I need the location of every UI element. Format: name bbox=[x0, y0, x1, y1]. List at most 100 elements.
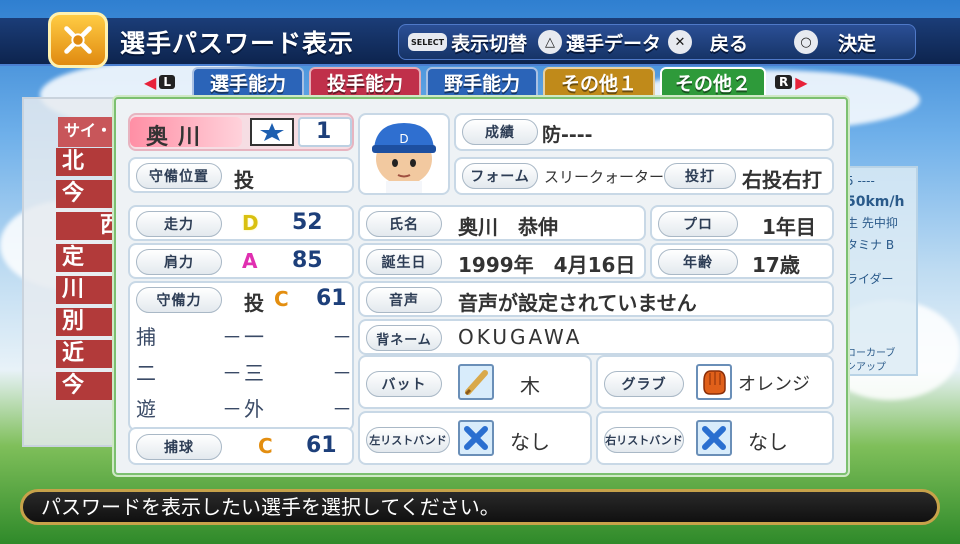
bat-value: 木 bbox=[520, 374, 540, 398]
sub-rank: － bbox=[332, 397, 352, 421]
none-x-icon bbox=[458, 420, 494, 456]
hint-label: 戻る bbox=[710, 32, 749, 55]
page-title: 選手パスワード表示 bbox=[120, 29, 355, 58]
arm-rank: A bbox=[242, 249, 258, 273]
sub-rank: － bbox=[222, 397, 242, 421]
sub-position-row: 二 － 三 － bbox=[136, 357, 352, 385]
uniform-number: 1 bbox=[316, 119, 332, 144]
hint-label: 選手データ bbox=[566, 32, 662, 55]
name-row: 氏名 奥川 恭伸 bbox=[358, 205, 646, 241]
crossed-bats-icon bbox=[48, 12, 108, 68]
left-arrow-icon: ◀ bbox=[144, 72, 157, 92]
back-name-value: OKUGAWA bbox=[458, 325, 583, 349]
right-wristband-value: なし bbox=[748, 430, 788, 454]
speed-rank: D bbox=[242, 211, 259, 235]
select-button-icon: SELECT bbox=[408, 33, 448, 51]
tab-pitcher-ability[interactable]: 投手能力 bbox=[309, 67, 421, 97]
age-row: 年齢 17歳 bbox=[650, 243, 834, 279]
arm-value: 85 bbox=[292, 248, 323, 273]
right-wristband-label: 右リストバンド bbox=[604, 427, 684, 453]
tab-prev-l[interactable]: ◀ L bbox=[144, 72, 178, 92]
record-value: 防---- bbox=[542, 124, 593, 146]
bg-text: 生 先中抑 bbox=[846, 216, 898, 230]
birthday-value: 1999年 4月16日 bbox=[458, 253, 636, 277]
pro-label: プロ bbox=[658, 211, 738, 237]
defense-position: 投 bbox=[244, 291, 264, 315]
arm-label: 肩力 bbox=[136, 249, 222, 275]
birthday-label: 誕生日 bbox=[366, 249, 442, 275]
hint-label: 決定 bbox=[838, 32, 877, 55]
sub-pos: 遊 bbox=[136, 397, 156, 421]
glove-icon bbox=[696, 364, 732, 400]
player-avatar: D bbox=[358, 113, 450, 195]
full-name: 奥川 恭伸 bbox=[458, 215, 558, 239]
record-box: 成績 防---- bbox=[454, 113, 834, 151]
form-box: フォーム スリークォーター４４ 投打 右投右打 bbox=[454, 157, 834, 195]
background-ability-panel: 5 ---- 50km/h 生 先中抑 タミナ B ライダー コーカーブ シアッ… bbox=[840, 166, 918, 376]
name-label: 氏名 bbox=[366, 211, 442, 237]
tab-next-r[interactable]: R ▶ bbox=[772, 72, 808, 92]
back-name-label: 背ネーム bbox=[366, 325, 442, 351]
team-logo-icon bbox=[250, 118, 294, 146]
left-wristband-value: なし bbox=[510, 430, 550, 454]
sub-rank: － bbox=[332, 325, 352, 349]
stat-row-arm: 肩力 A 85 bbox=[128, 243, 354, 279]
triangle-button-icon: △ bbox=[538, 30, 562, 54]
sub-pos: 外 bbox=[244, 397, 264, 421]
back-hint[interactable]: ✕ 戻る bbox=[668, 28, 748, 56]
catch-value: 61 bbox=[306, 433, 337, 458]
form-label: フォーム bbox=[462, 163, 538, 189]
position-value: 投 bbox=[234, 168, 254, 192]
left-wristband-label: 左リストバンド bbox=[366, 427, 450, 453]
player-detail-panel: 奥川 1 守備位置 投 D 成績 防---- フォーム スリークォーター４４ 投… bbox=[114, 97, 848, 475]
sub-pos: 三 bbox=[244, 361, 264, 385]
hint-label: 表示切替 bbox=[451, 32, 528, 55]
bg-text: シアップ bbox=[846, 362, 886, 373]
record-label: 成績 bbox=[462, 119, 538, 145]
sub-position-row: 遊 － 外 － bbox=[136, 393, 352, 421]
position-box: 守備位置 投 bbox=[128, 157, 354, 193]
bg-text: 50km/h bbox=[846, 194, 905, 210]
sub-position-row: 捕 － 一 － bbox=[136, 321, 352, 349]
back-name-row: 背ネーム OKUGAWA bbox=[358, 319, 834, 355]
bg-text: タミナ B bbox=[846, 238, 895, 252]
sub-rank: － bbox=[332, 361, 352, 385]
catch-rank: C bbox=[258, 434, 273, 458]
glove-label: グラブ bbox=[604, 371, 684, 397]
tab-other-1[interactable]: その他１ bbox=[543, 67, 655, 97]
bat-row: バット 木 bbox=[358, 355, 592, 409]
sub-pos: 一 bbox=[244, 325, 264, 349]
svg-text:D: D bbox=[399, 132, 408, 146]
bat-throw-value: 右投右打 bbox=[742, 168, 822, 192]
wooden-bat-icon bbox=[458, 364, 494, 400]
player-surname: 奥川 bbox=[146, 125, 211, 150]
catch-label: 捕球 bbox=[136, 434, 222, 460]
birthday-row: 誕生日 1999年 4月16日 bbox=[358, 243, 646, 279]
tab-fielder-ability[interactable]: 野手能力 bbox=[426, 67, 538, 97]
age-value: 17歳 bbox=[752, 253, 800, 277]
bg-text: ライダー bbox=[846, 272, 894, 286]
player-data-hint[interactable]: △ 選手データ bbox=[538, 28, 661, 56]
tab-player-ability[interactable]: 選手能力 bbox=[192, 67, 304, 97]
bg-text: コーカーブ bbox=[846, 348, 896, 359]
l-key-icon: L bbox=[159, 75, 175, 89]
voice-row: 音声 音声が設定されていません bbox=[358, 281, 834, 317]
right-arrow-icon: ▶ bbox=[795, 72, 808, 92]
message-bar: パスワードを表示したい選手を選択してください。 bbox=[20, 489, 940, 525]
pro-row: プロ 1年目 bbox=[650, 205, 834, 241]
right-wristband-row: 右リストバンド なし bbox=[596, 411, 834, 465]
tab-other-2[interactable]: その他２ bbox=[660, 67, 766, 97]
stat-row-catch: 捕球 C 61 bbox=[128, 427, 354, 465]
player-name-box: 奥川 1 bbox=[128, 113, 354, 151]
age-label: 年齢 bbox=[658, 249, 738, 275]
sub-rank: － bbox=[222, 325, 242, 349]
bg-text: 5 ---- bbox=[846, 174, 875, 188]
toggle-display-hint[interactable]: SELECT 表示切替 bbox=[408, 28, 527, 56]
speed-label: 走力 bbox=[136, 211, 222, 237]
r-key-icon: R bbox=[775, 75, 793, 89]
confirm-hint[interactable]: ○ 決定 bbox=[794, 28, 876, 56]
sub-rank: － bbox=[222, 361, 242, 385]
sub-pos: 捕 bbox=[136, 325, 156, 349]
glove-row: グラブ オレンジ bbox=[596, 355, 834, 409]
speed-value: 52 bbox=[292, 210, 323, 235]
